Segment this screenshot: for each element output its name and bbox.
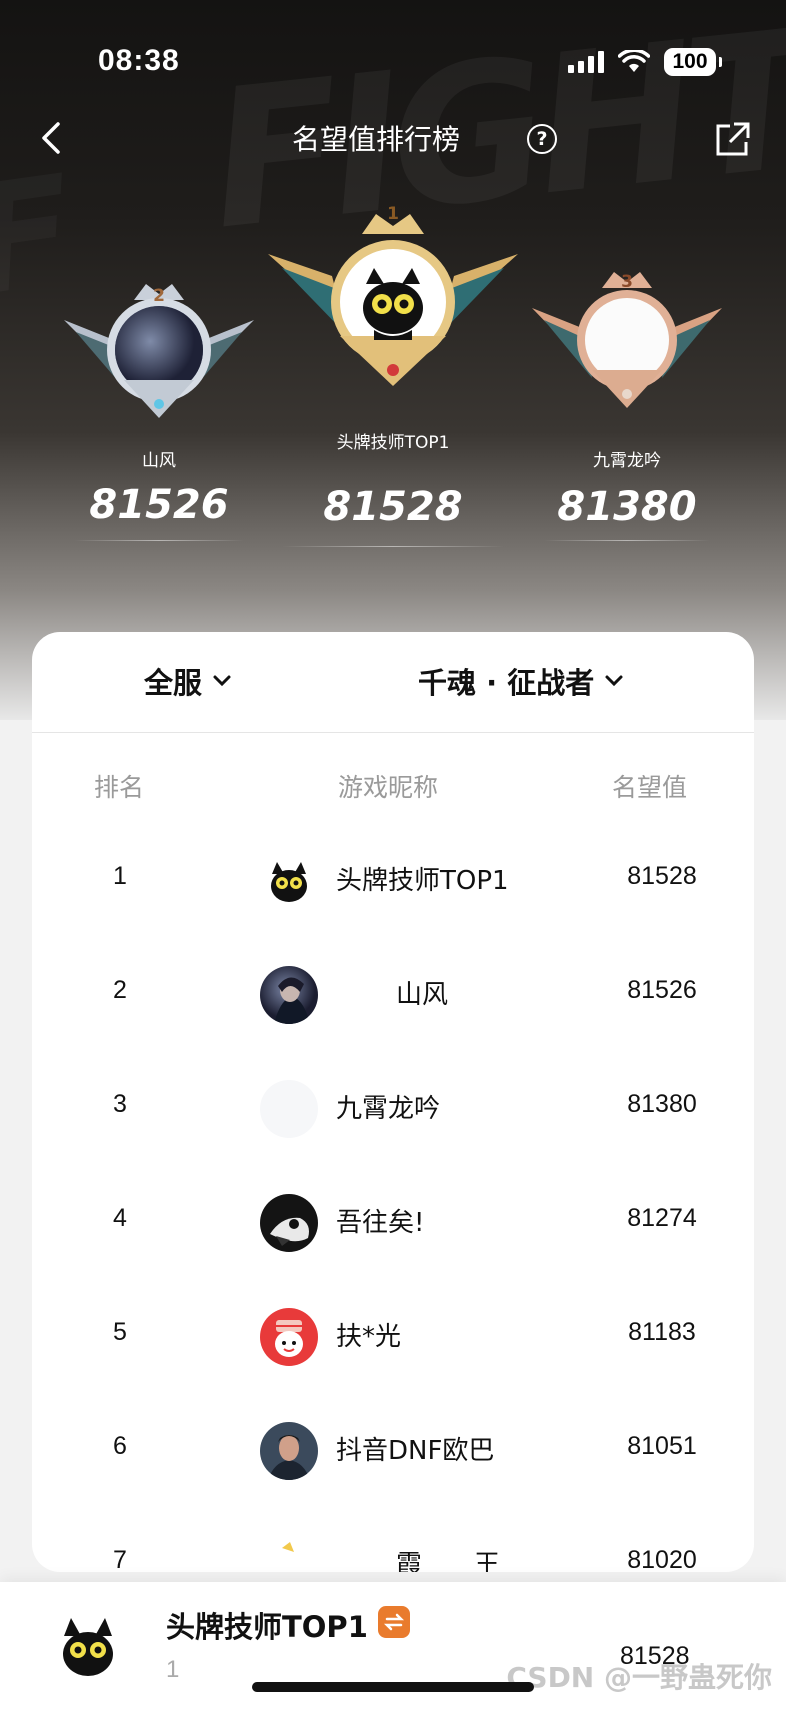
row-score: 81380 xyxy=(627,1090,697,1118)
row-rank: 5 xyxy=(113,1318,127,1346)
row-rank: 1 xyxy=(113,862,127,890)
table-row[interactable]: 1 头牌技师TOP1 81528 xyxy=(32,824,754,938)
podium-rank-1-underline xyxy=(282,546,504,547)
swap-icon xyxy=(383,1613,405,1631)
row-rank: 7 xyxy=(113,1546,127,1572)
row-name: 九霄龙吟 xyxy=(336,1094,441,1124)
share-icon[interactable] xyxy=(712,120,752,160)
podium-rank-2-name: 山风 xyxy=(142,451,176,471)
class-filter-label: 千魂 · 征战者 xyxy=(418,666,595,700)
cartoon-avatar xyxy=(260,1536,318,1572)
my-rank: 1 xyxy=(166,1656,180,1683)
podium-rank-2-score: 81526 xyxy=(89,482,229,528)
black-cat-avatar xyxy=(48,1606,128,1686)
status-time: 08:38 xyxy=(98,44,180,77)
row-name: 吾往矣! xyxy=(336,1208,425,1238)
podium-rank-2-underline xyxy=(74,540,244,541)
dark-figure-avatar xyxy=(260,1194,318,1252)
podium-rank-1-number: 1 xyxy=(387,204,399,224)
portrait-avatar xyxy=(260,1422,318,1480)
table-row[interactable]: 6 抖音DNF欧巴 81051 xyxy=(32,1394,754,1508)
row-score: 81020 xyxy=(627,1546,697,1572)
row-score: 81526 xyxy=(627,976,697,1004)
podium-rank-1[interactable]: 1 头牌技师TOP1 81528 xyxy=(262,204,524,564)
table-row[interactable]: 7 霞 王 81020 xyxy=(32,1508,754,1572)
podium-rank-3-underline xyxy=(544,540,710,541)
row-score: 81051 xyxy=(627,1432,697,1460)
blank-avatar xyxy=(260,1080,318,1138)
podium-rank-1-name: 头牌技师TOP1 xyxy=(336,433,450,453)
row-score: 81274 xyxy=(627,1204,697,1232)
filter-divider xyxy=(32,732,754,733)
table-row[interactable]: 5 扶*光 81183 xyxy=(32,1280,754,1394)
gold-medal-icon xyxy=(268,214,518,386)
black-cat-avatar xyxy=(260,852,318,910)
podium-rank-1-score: 81528 xyxy=(323,484,463,530)
row-score: 81183 xyxy=(628,1318,696,1346)
class-filter-dropdown[interactable]: 千魂 · 征战者 xyxy=(418,660,624,702)
row-name: 抖音DNF欧巴 xyxy=(336,1436,495,1466)
column-header-rank: 排名 xyxy=(94,773,145,802)
row-name: 山风 xyxy=(396,980,449,1010)
column-header-name: 游戏昵称 xyxy=(338,773,439,802)
table-row[interactable]: 4 吾往矣! 81274 xyxy=(32,1166,754,1280)
swap-badge-icon[interactable] xyxy=(378,1606,410,1638)
chevron-down-icon xyxy=(213,675,231,687)
podium-rank-3-name: 九霄龙吟 xyxy=(593,451,661,471)
table-row[interactable]: 3 九霄龙吟 81380 xyxy=(32,1052,754,1166)
status-icons: 100 xyxy=(568,48,722,76)
wifi-icon xyxy=(618,50,650,72)
row-name: 霞 王 xyxy=(396,1550,501,1572)
watermark: CSDN @一野蛊死你 xyxy=(506,1661,772,1694)
podium-rank-3[interactable]: 3 九霄龙吟 81380 xyxy=(524,262,730,560)
row-name: 头牌技师TOP1 xyxy=(336,866,509,896)
row-rank: 2 xyxy=(113,976,127,1004)
battery-indicator: 100 xyxy=(664,48,722,76)
podium-rank-3-number: 3 xyxy=(621,272,633,292)
red-character-avatar xyxy=(260,1308,318,1366)
dark-anime-avatar xyxy=(260,966,318,1024)
row-rank: 6 xyxy=(113,1432,127,1460)
row-rank: 4 xyxy=(113,1204,127,1232)
row-score: 81528 xyxy=(627,862,697,890)
column-header-score: 名望值 xyxy=(612,773,688,802)
my-name: 头牌技师TOP1 xyxy=(166,1610,368,1644)
podium-rank-3-score: 81380 xyxy=(557,484,697,530)
row-rank: 3 xyxy=(113,1090,127,1118)
table-row[interactable]: 2 山风 81526 xyxy=(32,938,754,1052)
chevron-down-icon xyxy=(605,675,623,687)
leaderboard-card: 全服 千魂 · 征战者 排名 游戏昵称 名望值 1 头牌技师TOP1 81528… xyxy=(32,632,754,1572)
podium-rank-2-number: 2 xyxy=(153,286,165,306)
server-filter-label: 全服 xyxy=(144,666,203,700)
page-title: 名望值排行榜 xyxy=(291,123,460,156)
server-filter-dropdown[interactable]: 全服 xyxy=(144,660,232,702)
home-indicator[interactable] xyxy=(252,1682,534,1692)
cellular-signal-icon xyxy=(568,51,604,73)
help-icon[interactable]: ? xyxy=(527,124,557,154)
podium-rank-2[interactable]: 2 山风 81526 xyxy=(54,270,264,560)
row-name: 扶*光 xyxy=(336,1322,402,1352)
